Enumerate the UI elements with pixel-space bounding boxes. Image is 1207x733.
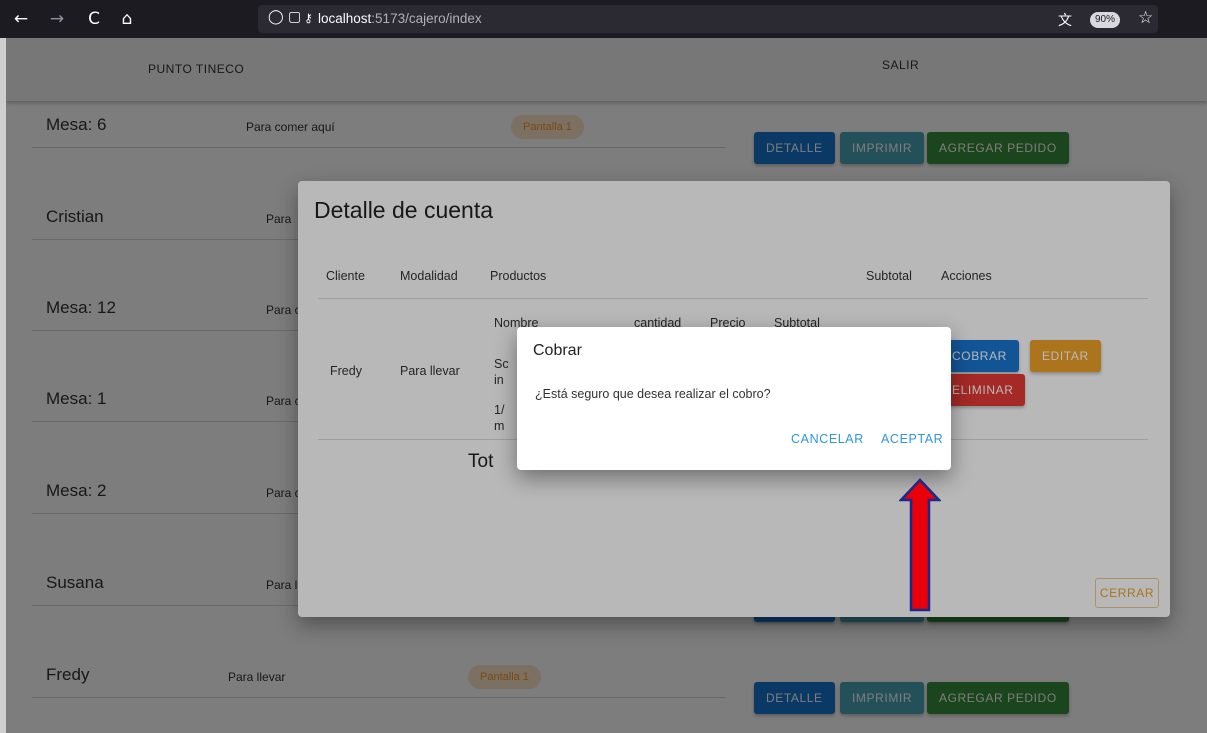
address-bar[interactable]: ◯ ▢ ⚷ localhost:5173/cajero/index 文 90% … (258, 5, 1158, 33)
confirm-message: ¿Está seguro que desea realizar el cobro… (535, 387, 771, 401)
shield-icon[interactable]: ◯ (268, 9, 284, 25)
confirm-title: Cobrar (533, 342, 582, 359)
confirm-dialog: Cobrar ¿Está seguro que desea realizar e… (517, 327, 951, 470)
red-arrow-icon (899, 478, 941, 612)
forward-icon[interactable]: → (46, 8, 68, 30)
bookmark-star-icon[interactable]: ☆ (1138, 8, 1153, 28)
back-icon[interactable]: ← (10, 8, 32, 30)
reload-icon[interactable]: C (83, 8, 105, 30)
url-text[interactable]: localhost:5173/cajero/index (318, 11, 482, 26)
accept-button[interactable]: ACEPTAR (881, 432, 943, 446)
home-icon[interactable]: ⌂ (116, 8, 138, 30)
key-icon[interactable]: ⚷ (304, 11, 313, 25)
browser-toolbar: ← → C ⌂ ◯ ▢ ⚷ localhost:5173/cajero/inde… (0, 0, 1207, 38)
zoom-badge[interactable]: 90% (1090, 12, 1121, 28)
cancel-button[interactable]: CANCELAR (791, 432, 864, 446)
translate-icon[interactable]: 文 (1058, 10, 1072, 30)
app: PUNTO TINECO SALIR Mesa: 6 Para comer aqu… (6, 38, 1207, 733)
page-icon: ▢ (288, 9, 302, 25)
